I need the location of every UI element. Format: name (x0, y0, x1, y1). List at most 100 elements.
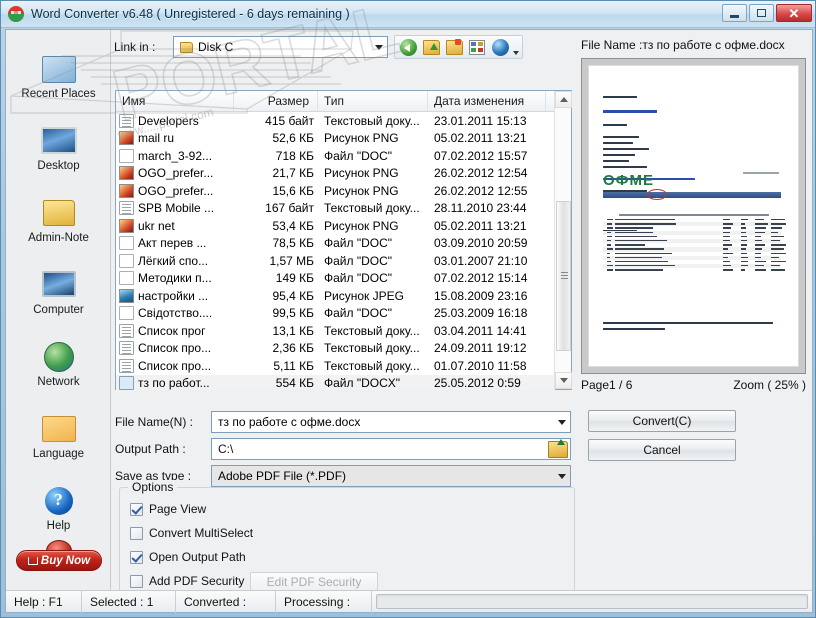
caret-down-icon (560, 378, 568, 383)
middle-panel: Link in : Disk C Имя Размер Тип Дата изм… (111, 30, 576, 590)
file-date-cell: 28.11.2010 23:44 (432, 201, 550, 215)
file-list[interactable]: Имя Размер Тип Дата изменения Developers… (115, 90, 572, 390)
globe-button[interactable] (490, 37, 510, 57)
thumbnail-table-cell (723, 240, 730, 241)
place-item-network[interactable]: Network (6, 318, 111, 390)
chevron-down-icon[interactable] (513, 51, 519, 55)
thumbnail-table-cell (607, 244, 611, 245)
place-item-language[interactable]: Language (6, 390, 111, 462)
place-item-desktop[interactable]: Desktop (6, 102, 111, 174)
file-list-row[interactable]: Методики п... 149 КБ Файл "DOC" 07.02.2012 … (116, 270, 555, 288)
buy-now-button[interactable]: Buy Now (16, 550, 102, 571)
column-header-size[interactable]: Размер (234, 91, 318, 111)
help-icon: ? (39, 482, 79, 518)
thumbnail-table-cell (741, 232, 746, 233)
save-as-type-combobox[interactable]: Adobe PDF File (*.PDF) (211, 465, 571, 487)
file-list-row[interactable]: Акт перев ... 78,5 КБ Файл "DOC" 03.09.2010… (116, 235, 555, 253)
file-type-cell: Рисунок PNG (322, 166, 432, 180)
thumbnail-table-cell (755, 223, 768, 224)
file-type-cell: Файл "DOC" (322, 149, 432, 163)
doc-file-icon (119, 254, 134, 268)
close-button[interactable]: ✕ (776, 4, 812, 22)
network-icon (39, 338, 79, 374)
output-path-input[interactable]: C:\ (211, 438, 571, 460)
thumbnail-table-cell (771, 232, 778, 233)
file-size-cell: 53,4 КБ (238, 219, 322, 233)
zoom-indicator: Zoom ( 25% ) (733, 378, 806, 392)
thumbnail-table-cell (741, 240, 747, 241)
file-date-cell: 05.02.2011 13:21 (432, 219, 550, 233)
option-add-pdf-security[interactable]: Add PDF Security (130, 574, 244, 588)
thumbnail-table-cell (755, 227, 766, 228)
scroll-down-button[interactable] (555, 372, 572, 389)
preview-panel: File Name :тз по работе с офме.docx ОФМЕ (576, 30, 812, 590)
option-page-view[interactable]: Page View (130, 502, 206, 516)
checkbox-open-output-path[interactable] (130, 551, 143, 564)
file-list-row[interactable]: Список прог 13,1 КБ Текстовый доку... 03.04… (116, 322, 555, 340)
output-path-label: Output Path : (115, 442, 211, 456)
doc-file-icon (119, 236, 134, 250)
checkbox-page-view[interactable] (130, 503, 143, 516)
file-name-cell: Свідотство.... (138, 306, 238, 320)
maximize-button[interactable] (749, 4, 774, 22)
cancel-button[interactable]: Cancel (588, 439, 736, 461)
thumbnail-table-cell (723, 269, 733, 270)
option-open-output-path[interactable]: Open Output Path (130, 550, 246, 564)
file-list-row[interactable]: OGO_prefer... 15,6 КБ Рисунок PNG 26.02.201… (116, 182, 555, 200)
scrollbar-thumb[interactable] (556, 201, 571, 351)
place-item-admin-note[interactable]: Admin-Note (6, 174, 111, 246)
column-header-type[interactable]: Тип (318, 91, 428, 111)
place-item-computer[interactable]: Computer (6, 246, 111, 318)
place-label: Desktop (37, 160, 79, 172)
checkbox-convert-multiselect[interactable] (130, 527, 143, 540)
file-list-row[interactable]: SPB Mobile ... 167 байт Текстовый доку... 2… (116, 200, 555, 218)
file-date-cell: 15.08.2009 23:16 (432, 289, 550, 303)
place-label: Admin-Note (28, 232, 89, 244)
file-list-row[interactable]: Developers 415 байт Текстовый доку... 23.01… (116, 112, 555, 130)
file-name-value: тз по работе с офме.docx (212, 415, 360, 429)
place-item-help[interactable]: ? Help (6, 462, 111, 534)
document-heading: ОФМЕ (603, 172, 654, 189)
thumbnail-table-cell (741, 269, 745, 270)
png-file-icon (119, 219, 134, 233)
thumbnail-table-cell (741, 265, 748, 266)
png-file-icon (119, 131, 134, 145)
new-folder-button[interactable] (444, 37, 464, 57)
thumbnail-table-cell (771, 269, 785, 270)
file-type-cell: Файл "DOC" (322, 236, 432, 250)
place-item-recent-places[interactable]: Recent Places (6, 30, 111, 102)
file-name-cell: Список про... (138, 341, 238, 355)
column-header-date[interactable]: Дата изменения (428, 91, 546, 111)
file-list-row[interactable]: Лёгкий спо... 1,57 МБ Файл "DOC" 03.01.2007… (116, 252, 555, 270)
up-folder-button[interactable] (421, 37, 441, 57)
file-size-cell: 554 КБ (238, 376, 322, 390)
option-convert-multiselect[interactable]: Convert MultiSelect (130, 526, 253, 540)
file-name-combobox[interactable]: тз по работе с офме.docx (211, 411, 571, 433)
minimize-button[interactable] (722, 4, 747, 22)
convert-button[interactable]: Convert(C) (588, 410, 736, 432)
file-list-row[interactable]: тз по работ... 554 КБ Файл "DOCX" 25.05.201… (116, 375, 555, 391)
file-list-row[interactable]: Свідотство.... 99,5 КБ Файл "DOC" 25.03.200… (116, 305, 555, 323)
file-list-row[interactable]: ukr net 53,4 КБ Рисунок PNG 05.02.2011 13:2… (116, 217, 555, 235)
checkbox-add-pdf-security[interactable] (130, 575, 143, 588)
text-file-icon (119, 201, 134, 215)
thumbnail-table-cell (771, 236, 784, 237)
file-list-scrollbar[interactable] (554, 91, 571, 389)
thumbnail-table-cell (607, 248, 613, 249)
column-header-name[interactable]: Имя (116, 91, 234, 111)
file-list-row[interactable]: Список про... 5,11 КБ Текстовый доку... 01.… (116, 357, 555, 375)
open-folder-icon[interactable] (548, 441, 568, 458)
option-label: Open Output Path (149, 550, 246, 564)
file-list-row[interactable]: OGO_prefer... 21,7 КБ Рисунок PNG 26.02.201… (116, 165, 555, 183)
scroll-up-button[interactable] (555, 91, 572, 108)
file-list-row[interactable]: mail ru 52,6 КБ Рисунок PNG 05.02.2011 13:2… (116, 130, 555, 148)
views-button[interactable] (467, 37, 487, 57)
path-combobox[interactable]: Disk C (173, 36, 388, 58)
thumbnail-table-cell (723, 244, 732, 245)
back-button[interactable] (398, 37, 418, 57)
file-list-row[interactable]: Список про... 2,36 КБ Текстовый доку... 24.… (116, 340, 555, 358)
file-list-row[interactable]: настройки ... 95,4 КБ Рисунок JPEG 15.08.20… (116, 287, 555, 305)
preview-box[interactable]: ОФМЕ (581, 58, 806, 374)
file-list-row[interactable]: march_3-92... 718 КБ Файл "DOC" 07.02.2012 … (116, 147, 555, 165)
file-date-cell: 07.02.2012 15:14 (432, 271, 550, 285)
